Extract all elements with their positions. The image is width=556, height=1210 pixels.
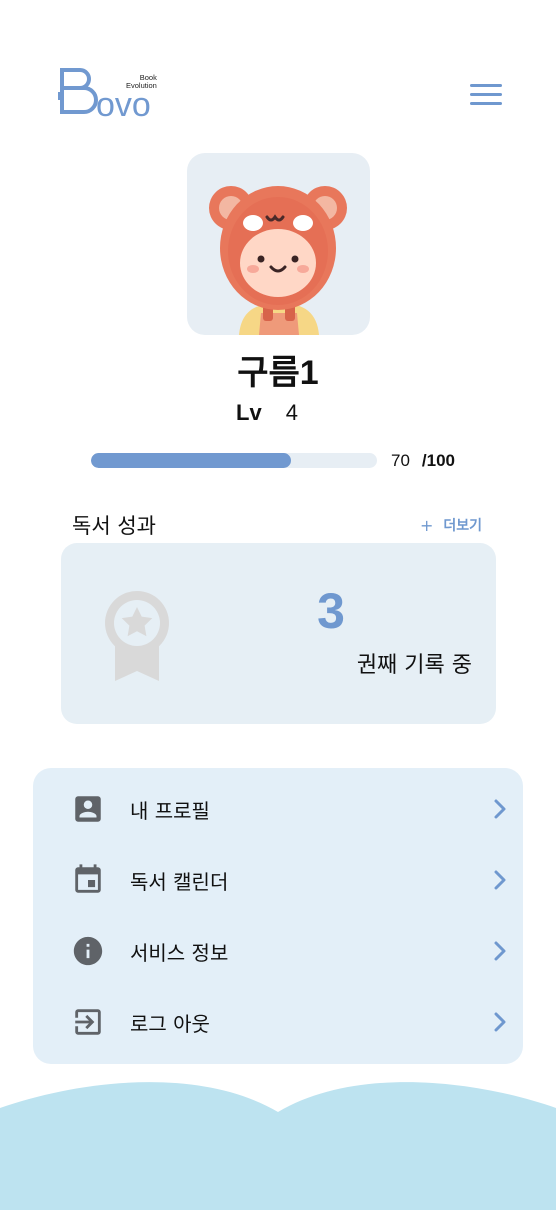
calendar-icon [75,864,101,893]
menu-item-service-info[interactable]: 서비스 정보 [33,921,523,981]
menu-item-logout[interactable]: 로그 아웃 [33,992,523,1052]
menu-label: 서비스 정보 [130,940,229,965]
logo-tag-evolution: Evolution [126,81,157,90]
account-box-icon [75,796,101,822]
hamburger-menu-icon[interactable] [470,84,502,106]
profile-avatar [187,153,370,335]
xp-progress-bar [91,453,377,468]
xp-progress-fill [91,453,292,468]
more-label: 더보기 [443,518,483,534]
books-recorded-count: 3 [317,583,345,639]
info-icon [73,936,103,966]
level-label: Lv [236,400,262,425]
open-book-wave-decoration [0,1082,556,1210]
xp-current: 70 [391,451,410,470]
logo-tagline: Book Evolution [126,74,157,90]
achievements-title: 독서 성과 [72,514,156,538]
plus-icon: + [420,515,434,535]
logout-icon [75,1009,101,1035]
bear-character-avatar [209,186,347,335]
profile-username: 구름1 [237,354,319,392]
menu-line [470,102,502,105]
menu-label: 내 프로필 [130,798,210,823]
menu-label: 로그 아웃 [130,1011,210,1036]
chevron-right-icon [494,1012,506,1032]
menu-label: 독서 캘린더 [130,869,229,894]
menu-line [470,84,502,87]
settings-menu: 내 프로필 독서 캘린더 서비스 정보 로그 아웃 [33,768,523,1064]
achievements-card[interactable]: 3 권째 기록 중 [61,543,496,724]
menu-line [470,93,502,96]
medal-icon [105,591,169,681]
logo-wordmark: ovo [96,86,151,124]
books-recorded-label: 권째 기록 중 [356,653,472,678]
chevron-right-icon [494,870,506,890]
achievements-more-link[interactable]: + 더보기 [420,515,482,535]
menu-item-reading-calendar[interactable]: 독서 캘린더 [33,850,523,910]
level-value: 4 [285,400,298,425]
xp-readout: 70/100 [391,451,455,471]
bovo-logo[interactable]: ovo Book Evolution [56,66,164,124]
chevron-right-icon [494,799,506,819]
xp-max: /100 [421,451,456,470]
chevron-right-icon [494,941,506,961]
menu-item-my-profile[interactable]: 내 프로필 [33,779,523,839]
profile-level: Lv 4 [236,400,298,426]
